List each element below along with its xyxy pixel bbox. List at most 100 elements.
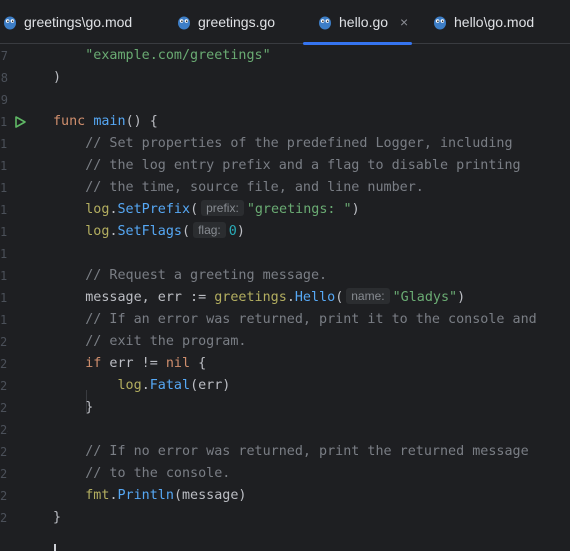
close-icon[interactable]: × [400, 14, 408, 30]
code-line[interactable]: 11 // Set properties of the predefined L… [0, 133, 570, 155]
code-token: if [85, 356, 102, 371]
code-line[interactable]: 13 // the time, source file, and line nu… [0, 177, 570, 199]
code-line[interactable]: 15 log.SetFlags(flag:0) [0, 221, 570, 243]
tab-greetings-go[interactable]: greetings.go [176, 0, 275, 44]
code-token: fmt [85, 488, 110, 503]
tab-label: greetings\go.mod [24, 14, 133, 30]
line-number: 17 [0, 269, 8, 283]
go-gopher-icon [4, 16, 16, 30]
line-number: 24 [0, 423, 8, 437]
parameter-hint: prefix: [201, 200, 244, 216]
line-number: 27 [0, 489, 8, 503]
line-number: 15 [0, 225, 8, 239]
line-number: 23 [0, 401, 8, 415]
tab-hello-go-mod[interactable]: hello\go.mod [432, 0, 534, 44]
code-token: { [190, 356, 207, 371]
code-token: SetPrefix [117, 202, 191, 217]
code-text: // exit the program. [53, 331, 246, 353]
code-line[interactable]: 19 // If an error was returned, print it… [0, 309, 570, 331]
code-token: () { [125, 114, 158, 129]
code-line[interactable]: 18 message, err := greetings.Hello(name:… [0, 287, 570, 309]
code-line[interactable]: 9 [0, 89, 570, 111]
tab-label: greetings.go [198, 14, 276, 30]
line-number: 16 [0, 247, 8, 261]
line-number: 22 [0, 379, 8, 393]
code-text: // to the console. [53, 463, 230, 485]
line-number: 9 [0, 93, 8, 107]
code-text: message, err := greetings.Hello(name: "Gl… [53, 287, 465, 309]
code-token: ) [53, 70, 62, 85]
code-token: nil [165, 356, 191, 371]
code-line[interactable]: 17 // Request a greeting message. [0, 265, 570, 287]
code-token: . [109, 202, 118, 217]
code-text: if err != nil { [53, 353, 206, 375]
code-line[interactable]: 23 } [0, 397, 570, 419]
code-text: "example.com/greetings" [53, 45, 271, 67]
code-token: ) [351, 202, 360, 217]
code-token: 0 [228, 224, 237, 239]
code-line[interactable]: 7 "example.com/greetings" [0, 45, 570, 67]
code-token: // If an error was returned, print it to… [85, 312, 537, 327]
line-number: 28 [0, 511, 8, 525]
code-token: Fatal [149, 378, 191, 393]
code-token: log [85, 202, 110, 217]
code-token: // to the console. [85, 466, 231, 481]
text-caret [54, 544, 56, 551]
code-line[interactable]: 24 [0, 419, 570, 441]
code-text: // the time, source file, and line numbe… [53, 177, 424, 199]
code-text: fmt.Println(message) [53, 485, 246, 507]
code-line[interactable]: 27 fmt.Println(message) [0, 485, 570, 507]
line-number: 11 [0, 137, 8, 151]
code-token: . [286, 290, 295, 305]
code-token: // the time, source file, and line numbe… [85, 180, 424, 195]
line-number: 13 [0, 181, 8, 195]
code-token: "greetings: " [246, 202, 352, 217]
code-line[interactable]: 12 // the log entry prefix and a flag to… [0, 155, 570, 177]
code-line[interactable]: 10 func main() { [0, 111, 570, 133]
editor-tab-bar: greetings\go.mod greetings.go hello.go ×… [0, 0, 570, 45]
code-line[interactable]: 8) [0, 67, 570, 89]
code-editor[interactable]: 7 "example.com/greetings"8) 9 10func main(… [0, 44, 570, 551]
code-token: . [109, 224, 118, 239]
code-token: Println [117, 488, 174, 503]
code-text: log.SetFlags(flag: 0) [53, 221, 245, 243]
run-icon[interactable] [14, 116, 26, 128]
code-token: "example.com/greetings" [85, 48, 271, 63]
code-token: } [53, 510, 62, 525]
line-number: 25 [0, 445, 8, 459]
code-text: func main() { [53, 111, 158, 133]
tab-greetings-go-mod[interactable]: greetings\go.mod [2, 0, 132, 44]
code-token: greetings [214, 290, 287, 305]
code-line[interactable]: 20 // exit the program. [0, 331, 570, 353]
code-line[interactable]: 14 log.SetPrefix(prefix:"greetings: ") [0, 199, 570, 221]
code-token: ( [182, 224, 191, 239]
code-token: Hello [294, 290, 336, 305]
code-line[interactable]: 25 // If no error was returned, print th… [0, 441, 570, 463]
code-line[interactable]: 26 // to the console. [0, 463, 570, 485]
code-token: // the log entry prefix and a flag to di… [85, 158, 521, 173]
code-line[interactable]: 21 if err != nil { [0, 353, 570, 375]
code-token: func [53, 114, 86, 129]
tab-label: hello.go [339, 14, 389, 30]
line-number: 19 [0, 313, 8, 327]
go-gopher-icon [319, 16, 331, 30]
tab-hello-go[interactable]: hello.go × [302, 0, 413, 45]
code-line[interactable]: 22 log.Fatal(err) [0, 375, 570, 397]
code-token: err != [101, 356, 166, 371]
code-text: // If no error was returned, print the r… [53, 441, 528, 463]
code-line[interactable]: 16 [0, 243, 570, 265]
code-token: // Set properties of the predefined Logg… [85, 136, 513, 151]
code-token: ( [335, 290, 344, 305]
code-token: message, err := [53, 290, 215, 305]
code-line[interactable]: 28} [0, 507, 570, 529]
code-token: (err) [190, 378, 231, 393]
